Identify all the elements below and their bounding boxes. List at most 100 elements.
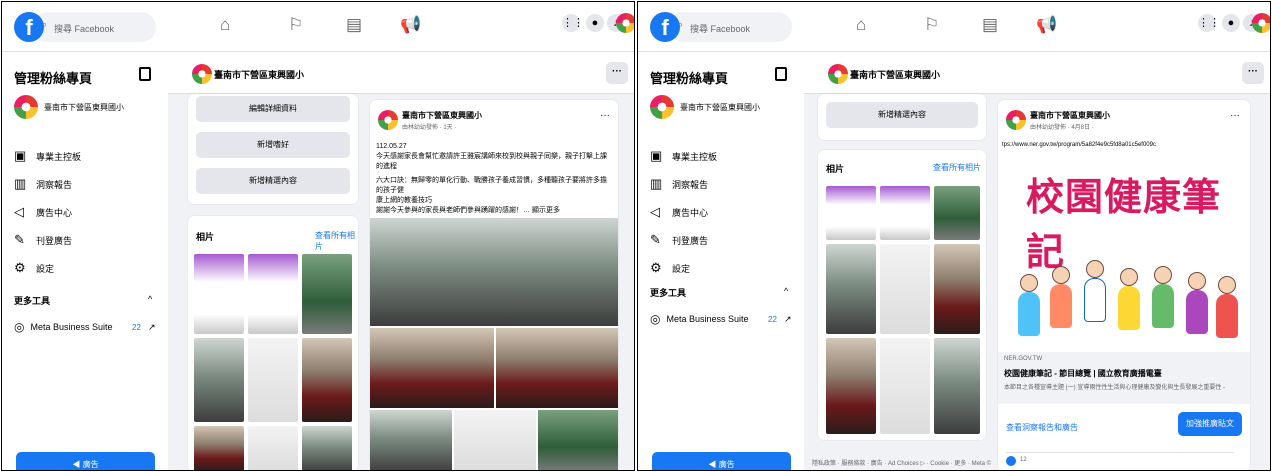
photo-thumbnail[interactable] [934,186,980,240]
photo-thumbnail[interactable] [302,254,352,334]
photo-thumbnail[interactable] [826,244,876,334]
post-photo[interactable] [370,218,618,326]
flag-icon[interactable]: ⚐ [924,15,939,35]
home-icon[interactable]: ⌂ [856,15,866,35]
banner-title: 校園健康筆記 [1026,175,1222,274]
photo-thumbnail[interactable] [934,244,980,334]
sidebar-item-ad-center[interactable]: ◁ 廣告中心 [650,204,708,220]
pages-icon[interactable]: ▤ [982,15,998,35]
post-author-avatar[interactable] [1006,110,1026,130]
add-featured-button[interactable]: 新增精選內容 [826,102,978,128]
chevron-up-icon[interactable]: ^ [784,286,788,296]
megaphone-icon[interactable]: 📢 [1036,15,1057,35]
post-author-avatar[interactable] [378,110,398,130]
photo-thumbnail[interactable] [934,338,980,434]
photo-thumbnail[interactable] [248,254,298,334]
photo-thumbnail[interactable] [194,254,244,334]
sidebar-item-insights[interactable]: ▥ 洞察報告 [650,176,708,192]
messenger-icon[interactable]: ● [1222,14,1240,32]
search-input[interactable]: ⌕ 搜尋 Facebook [32,12,156,42]
intro-card: 編輯詳細資料 新增嗜好 新增精選內容 [188,94,358,204]
profile-avatar[interactable] [616,13,634,33]
footer-links[interactable]: 隱私政策 · 服務條款 · 廣告 · Ad Choices ▷ · Cookie… [812,458,992,467]
post-photo[interactable] [496,328,618,408]
create-ad-icon: ✎ [14,232,25,247]
meta-icon: ◎ [14,320,25,334]
post-author[interactable]: 臺南市下營區東興國小 [1030,110,1110,121]
sidebar-item-ad-center[interactable]: ◁ 廣告中心 [14,204,72,220]
search-input[interactable]: ⌕ 搜尋 Facebook [668,12,792,42]
sidebar-item-dashboard[interactable]: ▣ 專業主控板 [14,148,81,164]
meta-business-suite-link[interactable]: ◎ Meta Business Suite 22 ↗ [650,312,800,326]
post-photo[interactable] [454,410,536,470]
photos-card: 相片 查看所有相片 [188,216,358,470]
post-photo[interactable] [538,410,618,470]
sidebar-item-insights[interactable]: ▥ 洞察報告 [14,176,72,192]
post-more-icon[interactable]: ··· [1230,110,1240,121]
photo-thumbnail[interactable] [248,426,298,470]
facebook-logo[interactable]: f [14,12,44,42]
more-options-button[interactable]: ··· [606,62,628,84]
notification-count: 22 [768,314,777,324]
chevron-up-icon[interactable]: ^ [148,294,152,304]
edit-details-button[interactable]: 編輯詳細資料 [196,96,350,122]
photo-thumbnail[interactable] [880,338,930,434]
photo-thumbnail[interactable] [880,244,930,334]
boost-post-button[interactable]: 加強推廣貼文 [1178,412,1242,436]
sidebar-item-settings[interactable]: ⚙ 設定 [650,260,690,276]
more-tools-heading: 更多工具 [14,296,51,306]
post-meta: 由林幼幼發佈 · 1天 · [402,125,457,131]
messenger-icon[interactable]: ● [586,14,604,32]
collapse-sidebar-icon[interactable] [139,67,151,81]
post-meta: 由林幼幼發佈 · 4月8日 · [1030,125,1094,131]
post-url[interactable]: tps://www.ner.gov.tw/program/5a82f4e9c5f… [1002,140,1246,150]
sidebar-item-settings[interactable]: ⚙ 設定 [14,260,54,276]
ad-button[interactable]: ◀ 廣告 [16,452,155,470]
see-all-photos-link[interactable]: 查看所有相片 [933,162,981,173]
sidebar-item-dashboard[interactable]: ▣ 專業主控板 [650,148,717,164]
post-photo[interactable] [370,410,452,470]
menu-grid-icon[interactable]: ⋮⋮ [562,14,584,32]
sidebar-item-create-ad[interactable]: ✎ 刊登廣告 [650,232,708,248]
page-header: 臺南市下營區東興國小 ··· [168,52,634,94]
collapse-sidebar-icon[interactable] [775,67,787,81]
post-photo[interactable] [370,328,494,408]
external-link-icon: ↗ [784,313,792,324]
post-more-icon[interactable]: ··· [600,110,610,121]
add-featured-button[interactable]: 新增精選內容 [196,168,350,194]
facebook-logo[interactable]: f [650,12,680,42]
more-options-button[interactable]: ··· [1242,62,1264,84]
profile-avatar[interactable] [1252,13,1270,33]
see-all-photos-link[interactable]: 查看所有相片 [315,230,358,252]
photo-thumbnail[interactable] [302,426,352,470]
sidebar-item-create-ad[interactable]: ✎ 刊登廣告 [14,232,72,248]
page-header-avatar [828,64,848,84]
link-preview-image[interactable]: 校園健康筆記 [998,156,1250,352]
megaphone-icon[interactable]: 📢 [400,15,421,35]
pages-icon[interactable]: ▤ [346,15,362,35]
view-insights-link[interactable]: 查看洞察報告和廣告 [1006,422,1078,433]
post-author[interactable]: 臺南市下營區東興國小 [402,110,482,121]
photo-thumbnail[interactable] [248,338,298,422]
page-header-avatar [192,64,212,84]
photo-thumbnail[interactable] [880,186,930,240]
flag-icon[interactable]: ⚐ [288,15,303,35]
home-icon[interactable]: ⌂ [220,15,230,35]
add-hobbies-button[interactable]: 新增嗜好 [196,132,350,158]
meta-business-suite-link[interactable]: ◎ Meta Business Suite 22 ↗ [14,320,164,334]
photo-thumbnail[interactable] [826,186,876,240]
page-name: 臺南市下營區東興國小 [44,102,124,112]
menu-grid-icon[interactable]: ⋮⋮ [1198,14,1220,32]
photo-thumbnail[interactable] [826,338,876,434]
photo-thumbnail[interactable] [194,338,244,422]
photo-thumbnail[interactable] [302,338,352,422]
ad-button[interactable]: ◀ 廣告 [652,452,791,470]
page-selector[interactable]: 臺南市下營區東興國小 [14,94,124,120]
link-description: 本節目之各種宣導主題 (一) 宣導兩性性生活與心理健康及變化與生長發展之重要性 … [1004,385,1225,391]
photo-thumbnail[interactable] [194,426,244,470]
page-selector[interactable]: 臺南市下營區東興國小 [650,94,760,120]
like-reaction-icon [1006,456,1016,466]
screenshot-left: f ⌕ 搜尋 Facebook ⌂ ⚐ ▤ 📢 ⋮⋮ ● ♪ 管理粉絲專頁 臺南… [1,1,635,471]
link-preview-footer[interactable]: NER.GOV.TW 校園健康筆記 - 節目總覽 | 國立教育廣播電臺 本節目之… [998,352,1250,404]
reaction-count[interactable]: 12 [1020,457,1027,463]
